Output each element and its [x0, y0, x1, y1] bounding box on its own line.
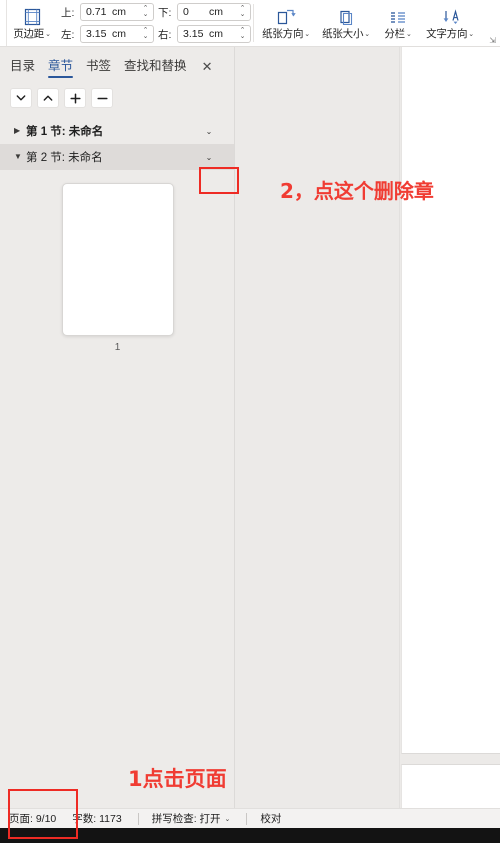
chevron-down-icon[interactable]: ⌄	[224, 816, 230, 823]
margin-top-label: 上:	[61, 6, 75, 19]
margin-left-value: 3.15	[86, 28, 107, 40]
chevron-down-icon: ⌄	[364, 30, 370, 38]
triangle-right-icon[interactable]: ▶	[14, 127, 26, 135]
margin-right-stepper[interactable]: 3.15 cm ⌃ ⌄	[177, 25, 251, 43]
tab-toc[interactable]: 目录	[10, 55, 35, 78]
columns-label: 分栏⌄	[384, 27, 412, 40]
chevron-down-icon: ⌄	[45, 31, 51, 38]
status-proofread[interactable]: 校对	[260, 811, 281, 826]
margin-bottom-unit: cm	[209, 6, 223, 18]
section-row-2-menu-icon[interactable]: ⌄	[198, 144, 220, 170]
page-thumbnail-container: 1	[0, 183, 234, 353]
status-divider	[246, 812, 248, 825]
section-row-1-label: 第 1 节: 未命名	[26, 126, 104, 138]
margin-right-unit: cm	[209, 28, 223, 40]
ribbon-group-margins: 页边距⌄	[7, 0, 57, 46]
tab-bookmarks[interactable]: 书签	[86, 55, 111, 78]
status-page-indicator[interactable]: 页面: 9/10	[9, 811, 56, 826]
stepper-arrows-icon[interactable]: ⌃ ⌄	[237, 27, 248, 40]
plus-icon	[69, 92, 81, 104]
margin-field-bottom: 下: 0 cm ⌃ ⌄	[158, 3, 251, 22]
add-section-button[interactable]	[64, 88, 86, 108]
move-up-button[interactable]	[37, 88, 59, 108]
section-row-1-menu-icon[interactable]: ⌄	[198, 118, 220, 144]
text-direction-button[interactable]: 文字方向⌄	[420, 0, 480, 45]
columns-icon	[389, 4, 407, 26]
minus-icon	[96, 93, 108, 104]
ribbon-left-divider	[0, 0, 7, 46]
section-row-2[interactable]: ▼ 第 2 节: 未命名 ⌄	[0, 144, 234, 170]
margin-right-label: 右:	[158, 28, 172, 41]
margin-bottom-label: 下:	[158, 6, 172, 19]
chevron-down-icon	[16, 94, 26, 102]
page-margins-icon	[24, 4, 41, 26]
margin-top-unit: cm	[112, 6, 126, 18]
chevron-down-icon: ⌄	[304, 30, 310, 38]
document-page-next[interactable]	[401, 764, 500, 808]
status-bar: 页面: 9/10 字数: 1173 拼写检查: 打开 ⌄ 校对	[0, 808, 500, 828]
tab-find-replace[interactable]: 查找和替换	[124, 55, 187, 78]
section-pane-toolbar	[0, 79, 234, 116]
margin-fields-column-right: 下: 0 cm ⌃ ⌄ 右: 3.15 cm ⌃ ⌄	[154, 0, 251, 46]
ribbon-page-layout: 页边距⌄ 上: 0.71 cm ⌃ ⌄ 左: 3.15 cm ⌃ ⌄ 下: 0 …	[0, 0, 500, 47]
section-list: ▶ 第 1 节: 未命名 ⌄ ▼ 第 2 节: 未命名 ⌄	[0, 118, 234, 170]
stepper-arrows-icon[interactable]: ⌃ ⌄	[140, 27, 151, 40]
page-thumbnail-number: 1	[114, 342, 121, 353]
margin-right-value: 3.15	[183, 28, 204, 40]
word-document-window: 页边距⌄ 上: 0.71 cm ⌃ ⌄ 左: 3.15 cm ⌃ ⌄ 下: 0 …	[0, 0, 500, 843]
stepper-arrows-icon[interactable]: ⌃ ⌄	[140, 5, 151, 18]
navigation-pane: 目录 章节 书签 查找和替换 ✕ ▶ 第 1 节: 未命名 ⌄ ▼ 第 2 节:…	[0, 47, 235, 808]
move-down-button[interactable]	[10, 88, 32, 108]
document-gutter	[235, 47, 400, 808]
screen-bottom-bar	[0, 828, 500, 843]
page-margins-button[interactable]: 页边距⌄	[9, 1, 55, 46]
remove-section-button[interactable]	[91, 88, 113, 108]
page-orientation-icon	[276, 4, 296, 26]
page-size-button[interactable]: 纸张大小⌄	[316, 0, 376, 45]
margin-field-right: 右: 3.15 cm ⌃ ⌄	[158, 25, 251, 44]
margin-left-label: 左:	[61, 28, 75, 41]
section-row-2-label: 第 2 节: 未命名	[26, 152, 103, 164]
page-orientation-button[interactable]: 纸张方向⌄	[256, 0, 316, 45]
page-size-label: 纸张大小⌄	[322, 27, 370, 40]
text-direction-label: 文字方向⌄	[426, 27, 474, 40]
page-setup-dialog-launcher[interactable]: ⇲	[489, 37, 496, 45]
section-row-1[interactable]: ▶ 第 1 节: 未命名 ⌄	[0, 118, 234, 144]
columns-button[interactable]: 分栏⌄	[376, 0, 420, 45]
document-canvas[interactable]	[235, 47, 500, 808]
chevron-down-icon: ⌄	[468, 30, 474, 38]
chevron-down-icon: ⌄	[405, 30, 412, 38]
stepper-arrows-icon[interactable]: ⌃ ⌄	[237, 5, 248, 18]
margin-field-top: 上: 0.71 cm ⌃ ⌄	[61, 3, 154, 22]
margin-bottom-stepper[interactable]: 0 cm ⌃ ⌄	[177, 3, 251, 21]
margin-left-stepper[interactable]: 3.15 cm ⌃ ⌄	[80, 25, 154, 43]
close-icon[interactable]: ✕	[202, 60, 213, 73]
chevron-up-icon	[43, 94, 53, 102]
ribbon-divider	[253, 4, 254, 42]
page-thumbnail[interactable]	[61, 183, 174, 336]
margin-left-unit: cm	[112, 28, 126, 40]
margin-fields-column-left: 上: 0.71 cm ⌃ ⌄ 左: 3.15 cm ⌃ ⌄	[57, 0, 154, 46]
status-divider	[137, 812, 139, 825]
tab-sections[interactable]: 章节	[48, 55, 74, 78]
margin-top-value: 0.71	[86, 6, 107, 18]
status-spellcheck[interactable]: 拼写检查: 打开 ⌄	[152, 811, 231, 826]
margin-top-stepper[interactable]: 0.71 cm ⌃ ⌄	[80, 3, 154, 21]
document-page-current[interactable]	[401, 47, 500, 754]
triangle-down-icon[interactable]: ▼	[14, 153, 26, 161]
page-margins-label: 页边距⌄	[13, 28, 51, 40]
text-direction-icon	[440, 4, 460, 26]
page-size-icon	[337, 4, 355, 26]
status-word-count[interactable]: 字数: 1173	[72, 811, 121, 826]
navigation-pane-tabs: 目录 章节 书签 查找和替换 ✕	[0, 47, 234, 79]
margin-bottom-value: 0	[183, 6, 189, 18]
margin-field-left: 左: 3.15 cm ⌃ ⌄	[61, 25, 154, 44]
page-orientation-label: 纸张方向⌄	[262, 27, 310, 40]
